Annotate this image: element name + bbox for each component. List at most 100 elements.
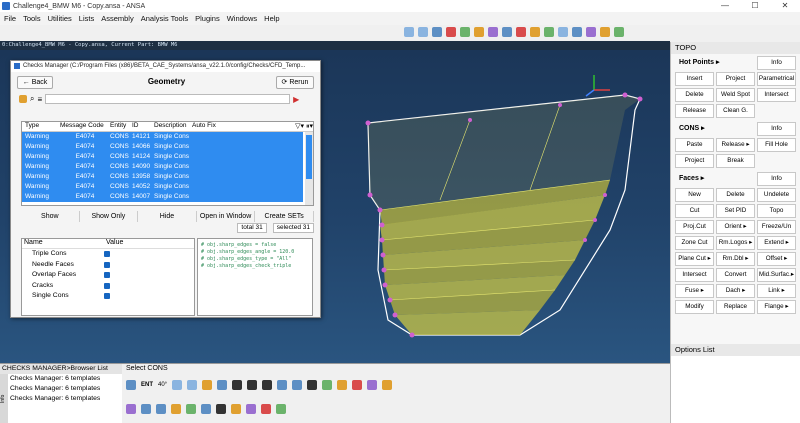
circle-select-icon[interactable]: [172, 380, 183, 390]
check-icon[interactable]: [614, 27, 624, 37]
render-icon[interactable]: [276, 404, 286, 414]
link-button[interactable]: Link ▸: [757, 284, 796, 298]
intersect-face-button[interactable]: Intersect: [675, 268, 714, 282]
checkbox[interactable]: [104, 251, 110, 257]
camera-icon[interactable]: [572, 27, 582, 37]
wire-icon[interactable]: [201, 404, 211, 414]
hide-button[interactable]: Hide: [138, 211, 197, 222]
filter-icon[interactable]: ▽▾ ⏸▾: [295, 122, 313, 131]
rm-dbl-button[interactable]: Rm.Dbl ▸: [716, 252, 755, 266]
ent-toggle[interactable]: ENT: [141, 382, 153, 388]
table-row[interactable]: Warning E4074 CONS 14066 Single Cons: [22, 142, 303, 152]
paste-button[interactable]: Paste: [675, 138, 714, 152]
mesh-icon[interactable]: [488, 27, 498, 37]
stop-icon[interactable]: ▶: [293, 95, 299, 104]
open-in-window-button[interactable]: Open in Window: [197, 211, 256, 222]
close-button[interactable]: ✕: [770, 0, 800, 12]
shell-icon[interactable]: [367, 380, 378, 390]
wand-icon[interactable]: [19, 95, 27, 103]
insert-button[interactable]: Insert: [675, 72, 714, 86]
list-item[interactable]: Needle Faces: [22, 260, 194, 271]
show-only-button[interactable]: Show Only: [80, 211, 139, 222]
cons-label[interactable]: CONS ▸: [675, 122, 753, 136]
angle-value[interactable]: 40°: [158, 382, 167, 388]
list-item[interactable]: Checks Manager: 6 templates: [0, 384, 122, 394]
list-item[interactable]: Checks Manager: 6 templates: [0, 374, 122, 384]
hot-points-label[interactable]: Hot Points ▸: [675, 56, 753, 70]
zone-cut-button[interactable]: Zone Cut: [675, 236, 714, 250]
grid-select-icon[interactable]: [322, 380, 333, 390]
plus-icon[interactable]: [247, 380, 258, 390]
checkbox[interactable]: [104, 293, 110, 299]
rerun-button[interactable]: ⟳ Rerun: [276, 76, 314, 89]
create-sets-button[interactable]: Create SETs: [255, 211, 314, 222]
list-item[interactable]: Cracks: [22, 281, 194, 292]
part-icon[interactable]: [337, 380, 348, 390]
checkbox[interactable]: [104, 261, 110, 268]
col-message-code[interactable]: Message Code: [60, 122, 110, 131]
col-auto-fix[interactable]: Auto Fix: [192, 122, 222, 131]
release-button[interactable]: Release: [675, 104, 714, 118]
flange-button[interactable]: Flange ▸: [757, 300, 796, 314]
topo-button[interactable]: Topo: [757, 204, 796, 218]
color-icon[interactable]: [382, 380, 393, 390]
hot-points-info-button[interactable]: Info: [757, 56, 796, 70]
table-row[interactable]: Warning E4074 CONS 14090 Single Cons: [22, 162, 303, 172]
cube-icon[interactable]: [352, 380, 363, 390]
delete-button[interactable]: Delete: [675, 88, 714, 102]
top-view-icon[interactable]: [156, 404, 166, 414]
table-row[interactable]: Warning E4074 CONS 13958 Single Cons: [22, 172, 303, 182]
faces-label[interactable]: Faces ▸: [675, 172, 753, 186]
green-tool-icon[interactable]: [544, 27, 554, 37]
show-button[interactable]: Show: [21, 211, 80, 222]
set-pid-button[interactable]: Set PID: [716, 204, 755, 218]
lock-icon[interactable]: [292, 380, 303, 390]
info-tab[interactable]: Info: [0, 374, 8, 423]
section-icon[interactable]: [246, 404, 256, 414]
menu-utilities[interactable]: Utilities: [48, 14, 72, 23]
red-tool-icon[interactable]: [516, 27, 526, 37]
minimize-button[interactable]: —: [710, 0, 740, 12]
list-item[interactable]: Checks Manager: 6 templates: [0, 394, 122, 404]
script-preview[interactable]: # obj.sharp_edges = false # obj.sharp_ed…: [197, 238, 313, 316]
cons-info-button[interactable]: Info: [757, 122, 796, 136]
list-item[interactable]: Triple Cons: [22, 249, 194, 260]
table-row[interactable]: Warning E4074 CONS 14007 Single Cons: [22, 192, 303, 202]
rm-logos-button[interactable]: Rm.Logos ▸: [716, 236, 755, 250]
menu-file[interactable]: File: [4, 14, 16, 23]
mid-surface-button[interactable]: Mid.Surfac.▸: [757, 268, 796, 282]
freeze-button[interactable]: Freeze/Un: [757, 220, 796, 234]
convert-button[interactable]: Convert: [716, 268, 755, 282]
cut-button[interactable]: Cut: [675, 204, 714, 218]
focus-icon[interactable]: [307, 380, 318, 390]
plot-icon[interactable]: [502, 27, 512, 37]
proj-cut-button[interactable]: Proj.Cut: [675, 220, 714, 234]
minus-icon[interactable]: [262, 380, 273, 390]
table-scrollbar[interactable]: [305, 132, 313, 205]
fill-hole-button[interactable]: Fill Hole: [757, 138, 796, 152]
offset-button[interactable]: Offset ▸: [757, 252, 796, 266]
geometry-icon[interactable]: [460, 27, 470, 37]
project-cons-button[interactable]: Project: [675, 154, 714, 168]
table-row[interactable]: Warning E4074 CONS 14052 Single Cons: [22, 182, 303, 192]
menu-assembly[interactable]: Assembly: [101, 14, 134, 23]
fuse-button[interactable]: Fuse ▸: [675, 284, 714, 298]
line-icon[interactable]: [232, 380, 243, 390]
parametrical-button[interactable]: Parametrical: [757, 72, 796, 86]
faces-info-button[interactable]: Info: [757, 172, 796, 186]
orient-button[interactable]: Orient ▸: [716, 220, 755, 234]
list-item[interactable]: Single Cons: [22, 291, 194, 302]
col-type[interactable]: Type: [22, 122, 60, 131]
table-row[interactable]: Warning E4074 CONS 14124 Single Cons: [22, 152, 303, 162]
undelete-button[interactable]: Undelete: [757, 188, 796, 202]
delete-face-button[interactable]: Delete: [716, 188, 755, 202]
polygon-select-icon[interactable]: [217, 380, 228, 390]
entity-icon[interactable]: [474, 27, 484, 37]
weld-spot-button[interactable]: Weld Spot: [716, 88, 755, 102]
pick-icon[interactable]: [126, 380, 136, 390]
iso-view-icon[interactable]: [126, 404, 136, 414]
hidden-icon[interactable]: [216, 404, 226, 414]
node-icon[interactable]: [277, 380, 288, 390]
box-select-icon[interactable]: [187, 380, 198, 390]
menu-lists[interactable]: Lists: [79, 14, 94, 23]
